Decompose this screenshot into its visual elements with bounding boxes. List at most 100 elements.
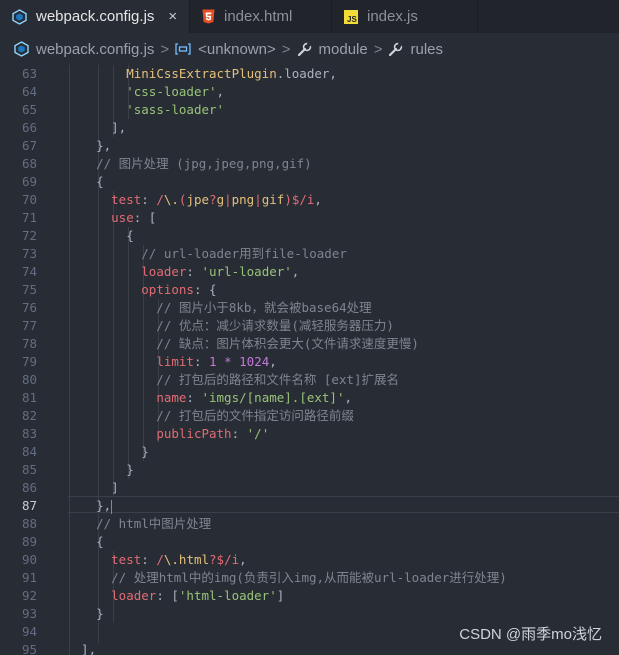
code-token: | xyxy=(254,192,262,207)
code-token: , xyxy=(291,264,300,279)
tab-webpack-config[interactable]: webpack.config.js × xyxy=(0,0,190,33)
code-line[interactable]: 85 } xyxy=(0,461,619,479)
close-icon[interactable]: × xyxy=(168,8,177,25)
code-text: options: { xyxy=(66,281,217,299)
code-token: 'url-loader' xyxy=(201,264,292,279)
code-token: { xyxy=(66,228,134,243)
chevron-right-icon: > xyxy=(281,40,291,58)
breadcrumb-unknown[interactable]: <unknown> xyxy=(175,41,276,58)
code-token: 'css-loader' xyxy=(126,84,217,99)
code-token: // 图片处理 (jpg,jpeg,png,gif) xyxy=(66,156,312,171)
code-line[interactable]: 80 // 打包后的路径和文件名称 [ext]扩展名 xyxy=(0,371,619,389)
tab-index-html[interactable]: index.html xyxy=(190,0,332,33)
code-line[interactable]: 63 MiniCssExtractPlugin.loader, xyxy=(0,65,619,83)
line-number: 77 xyxy=(21,318,37,333)
code-token: : xyxy=(141,192,157,207)
code-text: // 图片处理 (jpg,jpeg,png,gif) xyxy=(66,155,312,173)
code-token: : { xyxy=(193,282,217,297)
code-line[interactable]: 65 'sass-loader' xyxy=(0,101,619,119)
code-token: // 打包后的文件指定访问路径前缀 xyxy=(66,408,354,423)
code-line[interactable]: 92 loader: ['html-loader'] xyxy=(0,587,619,605)
code-line[interactable]: 77 // 优点：减少请求数量(减轻服务器压力) xyxy=(0,317,619,335)
code-token: 'imgs/[name].[ext]' xyxy=(201,390,345,405)
line-number: 85 xyxy=(21,462,37,477)
line-number: 74 xyxy=(21,264,37,279)
code-token: // 优点：减少请求数量(减轻服务器压力) xyxy=(66,318,394,333)
code-token: g xyxy=(216,192,225,207)
code-line[interactable]: 89 { xyxy=(0,533,619,551)
code-token: , xyxy=(269,354,277,369)
code-line[interactable]: 75 options: { xyxy=(0,281,619,299)
code-line[interactable]: 81 name: 'imgs/[name].[ext]', xyxy=(0,389,619,407)
code-text: publicPath: '/' xyxy=(66,425,269,443)
code-token: 1 xyxy=(209,354,217,369)
code-line[interactable]: 67 }, xyxy=(0,137,619,155)
line-number: 86 xyxy=(21,480,37,495)
breadcrumb-label: module xyxy=(318,40,368,58)
code-token: png xyxy=(231,192,255,207)
code-line[interactable]: 82 // 打包后的文件指定访问路径前缀 xyxy=(0,407,619,425)
code-line[interactable]: 68 // 图片处理 (jpg,jpeg,png,gif) xyxy=(0,155,619,173)
code-token: 'sass-loader' xyxy=(126,102,225,117)
code-line[interactable]: 87 }, xyxy=(0,497,619,515)
code-text: // url-loader用到file-loader xyxy=(66,245,347,263)
code-text: // 优点：减少请求数量(减轻服务器压力) xyxy=(66,317,394,335)
breadcrumb-file[interactable]: webpack.config.js xyxy=(14,41,154,58)
javascript-icon: JS xyxy=(344,9,358,24)
code-line[interactable]: 90 test: /\.html?$/i, xyxy=(0,551,619,569)
code-token: '/' xyxy=(246,426,270,441)
svg-text:JS: JS xyxy=(347,15,357,24)
code-line[interactable]: 66 ], xyxy=(0,119,619,137)
code-text: }, xyxy=(66,137,111,155)
code-line[interactable]: 93 } xyxy=(0,605,619,623)
code-text: { xyxy=(66,533,104,551)
code-line[interactable]: 88 // html中图片处理 xyxy=(0,515,619,533)
code-line[interactable]: 78 // 缺点：图片体积会更大(文件请求速度更慢) xyxy=(0,335,619,353)
code-line[interactable]: 72 { xyxy=(0,227,619,245)
code-token: ], xyxy=(66,642,97,655)
code-text: // 打包后的文件指定访问路径前缀 xyxy=(66,407,354,425)
code-line[interactable]: 91 // 处理html中的img(负责引入img,从而能被url-loader… xyxy=(0,569,619,587)
code-token: : xyxy=(186,264,202,279)
code-line[interactable]: 69 { xyxy=(0,173,619,191)
tab-label: index.html xyxy=(224,8,293,25)
code-line[interactable]: 64 'css-loader', xyxy=(0,83,619,101)
breadcrumb-rules[interactable]: rules xyxy=(388,41,443,58)
code-line[interactable]: 74 loader: 'url-loader', xyxy=(0,263,619,281)
chevron-right-icon: > xyxy=(373,40,383,58)
code-line[interactable]: 71 use: [ xyxy=(0,209,619,227)
code-line[interactable]: 79 limit: 1 * 1024, xyxy=(0,353,619,371)
code-token: // 图片小于8kb，就会被base64处理 xyxy=(66,300,372,315)
code-line[interactable]: 86 ] xyxy=(0,479,619,497)
line-number: 92 xyxy=(21,588,37,603)
tab-label: webpack.config.js xyxy=(36,8,155,25)
code-token: ?$/i xyxy=(209,552,240,567)
code-text: } xyxy=(66,443,149,461)
wrench-icon xyxy=(388,41,403,57)
code-text: ], xyxy=(66,641,96,655)
code-line[interactable]: 84 } xyxy=(0,443,619,461)
code-text: ] xyxy=(66,479,119,497)
code-token: : [ xyxy=(133,210,157,225)
code-line[interactable]: 83 publicPath: '/' xyxy=(0,425,619,443)
code-token: MiniCssExtractPlugin xyxy=(126,66,277,81)
tab-index-js[interactable]: JS index.js xyxy=(332,0,478,33)
code-text: // 打包后的路径和文件名称 [ext]扩展名 xyxy=(66,371,399,389)
code-token: // 打包后的路径和文件名称 [ext]扩展名 xyxy=(66,372,400,387)
line-number: 95 xyxy=(21,642,37,655)
code-token: gif xyxy=(261,192,285,207)
code-editor[interactable]: 63 MiniCssExtractPlugin.loader, 64 'css-l… xyxy=(0,65,619,655)
code-line[interactable]: 76 // 图片小于8kb，就会被base64处理 xyxy=(0,299,619,317)
breadcrumb-module[interactable]: module xyxy=(297,41,368,58)
code-token: )$/i xyxy=(284,192,315,207)
code-line[interactable]: 70 test: /\.(jpe?g|png|gif)$/i, xyxy=(0,191,619,209)
code-text: 'css-loader', xyxy=(66,83,224,101)
line-number: 89 xyxy=(21,534,37,549)
code-text: loader: ['html-loader'] xyxy=(66,587,284,605)
code-token: use xyxy=(111,210,134,225)
code-line[interactable]: 73 // url-loader用到file-loader xyxy=(0,245,619,263)
